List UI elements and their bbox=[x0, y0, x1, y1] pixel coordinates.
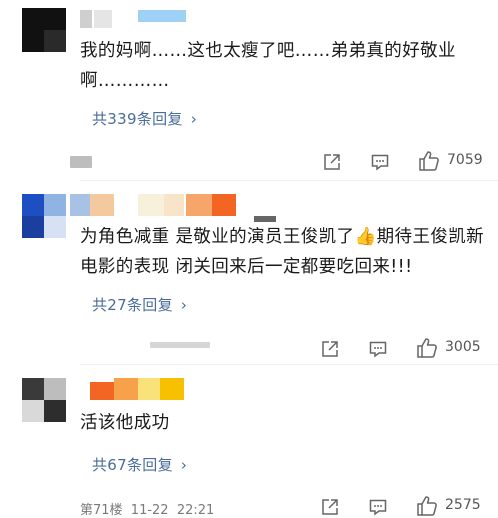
like-count: 7059 bbox=[447, 152, 483, 168]
comment-icon bbox=[369, 499, 387, 516]
comment-item: 为角色减重 是敬业的演员王俊凯了👍期待王俊凯新电影的表现 闭关回来后一定都要吃回… bbox=[0, 182, 498, 362]
floor-time-meta bbox=[150, 342, 210, 348]
floor-time-meta bbox=[70, 156, 92, 168]
comment-item: 活该他成功 共67条回复 › 第71楼 11-22 22:21 2575 bbox=[0, 366, 498, 518]
like-button[interactable] bbox=[416, 495, 438, 517]
like-count: 2575 bbox=[445, 497, 481, 513]
username[interactable] bbox=[80, 10, 190, 28]
replies-count: 共67条回复 bbox=[92, 456, 173, 474]
floor-time-meta: 第71楼 11-22 22:21 bbox=[80, 503, 215, 518]
view-replies-link[interactable]: 共67条回复 › bbox=[92, 454, 187, 475]
view-replies-link[interactable]: 共339条回复 › bbox=[92, 108, 197, 129]
replies-count: 共27条回复 bbox=[92, 296, 173, 314]
username[interactable] bbox=[90, 378, 186, 400]
reply-button[interactable] bbox=[368, 339, 388, 359]
avatar[interactable] bbox=[22, 194, 66, 238]
replies-count: 共339条回复 bbox=[92, 110, 183, 128]
reply-button[interactable] bbox=[370, 152, 390, 172]
chevron-right-icon: › bbox=[190, 110, 198, 128]
like-count: 3005 bbox=[445, 339, 481, 355]
share-button[interactable] bbox=[322, 152, 342, 172]
comment-text: 为角色减重 是敬业的演员王俊凯了👍期待王俊凯新电影的表现 闭关回来后一定都要吃回… bbox=[80, 227, 485, 277]
like-button[interactable] bbox=[416, 337, 438, 359]
comment-item: 我的妈啊……这也太瘦了吧……弟弟真的好敬业啊………… 共339条回复 › 7059 bbox=[0, 0, 498, 180]
share-icon bbox=[322, 499, 338, 515]
thumbs-up-icon bbox=[417, 338, 437, 358]
divider bbox=[80, 180, 498, 181]
avatar[interactable] bbox=[22, 8, 66, 52]
comment-text: 活该他成功 bbox=[80, 413, 170, 433]
chevron-right-icon: › bbox=[180, 456, 188, 474]
share-button[interactable] bbox=[320, 339, 340, 359]
comment-text: 我的妈啊……这也太瘦了吧……弟弟真的好敬业啊………… bbox=[80, 41, 456, 91]
thumbs-up-icon bbox=[417, 496, 437, 516]
divider bbox=[80, 364, 498, 365]
chevron-right-icon: › bbox=[180, 296, 188, 314]
share-icon bbox=[324, 154, 340, 170]
comment-icon bbox=[369, 341, 387, 358]
view-replies-link[interactable]: 共27条回复 › bbox=[92, 294, 187, 315]
share-icon bbox=[322, 341, 338, 357]
reply-button[interactable] bbox=[368, 497, 388, 517]
username[interactable] bbox=[70, 194, 240, 216]
share-button[interactable] bbox=[320, 497, 340, 517]
avatar[interactable] bbox=[22, 378, 66, 422]
like-button[interactable] bbox=[418, 150, 440, 172]
thumbs-up-icon bbox=[419, 151, 439, 171]
comment-icon bbox=[371, 154, 389, 171]
